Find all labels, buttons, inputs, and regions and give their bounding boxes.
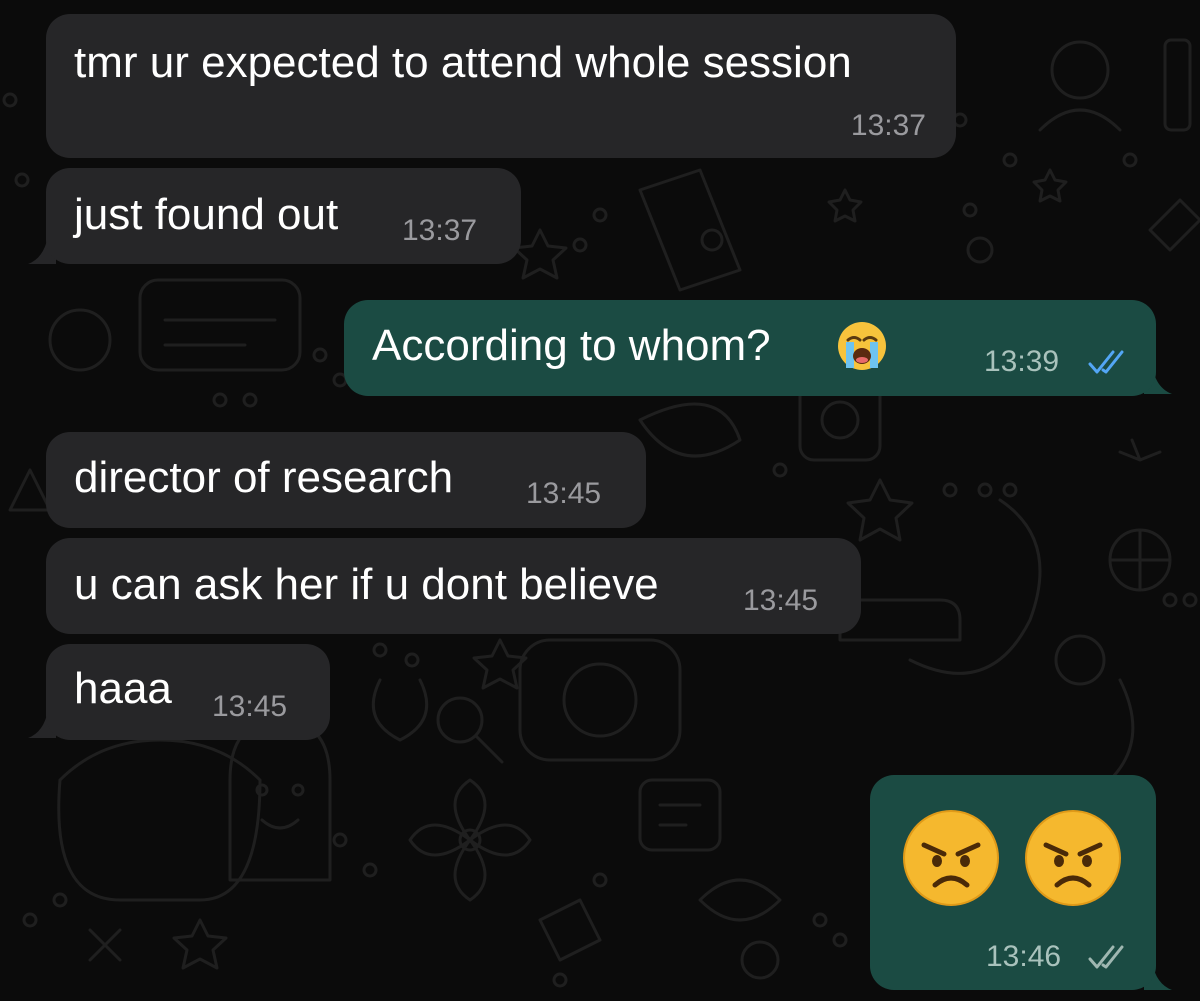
incoming-message[interactable]: tmr ur expected to attend whole session … <box>46 14 956 158</box>
message-text: just found out <box>74 190 339 239</box>
message-text: director of research <box>74 453 454 502</box>
message-timestamp: 13:37 <box>850 109 926 142</box>
outgoing-message[interactable]: 13:46 <box>870 775 1156 990</box>
message-text: u can ask her if u dont believe <box>74 560 659 609</box>
outgoing-message[interactable]: According to whom? 13:39 <box>344 300 1156 396</box>
read-receipt-icon <box>1088 350 1124 374</box>
message-text: haaa <box>74 664 172 713</box>
message-timestamp: 13:45 <box>212 690 288 723</box>
message-timestamp: 13:45 <box>526 477 602 510</box>
message-text: According to whom? <box>372 321 771 370</box>
message-timestamp: 13:37 <box>402 214 478 247</box>
message-text: tmr ur expected to attend whole session <box>74 38 852 87</box>
loudly-crying-face-icon <box>838 322 886 370</box>
incoming-message[interactable]: just found out 13:37 <box>46 168 521 264</box>
incoming-message[interactable]: u can ask her if u dont believe 13:45 <box>46 538 861 634</box>
message-timestamp: 13:45 <box>743 584 819 617</box>
incoming-message[interactable]: haaa 13:45 <box>46 644 330 740</box>
incoming-message[interactable]: director of research 13:45 <box>46 432 646 528</box>
angry-face-icon <box>1025 810 1121 906</box>
message-timestamp: 13:46 <box>986 940 1062 973</box>
angry-face-icon <box>903 810 999 906</box>
message-timestamp: 13:39 <box>984 345 1060 378</box>
delivered-receipt-icon <box>1088 945 1124 969</box>
